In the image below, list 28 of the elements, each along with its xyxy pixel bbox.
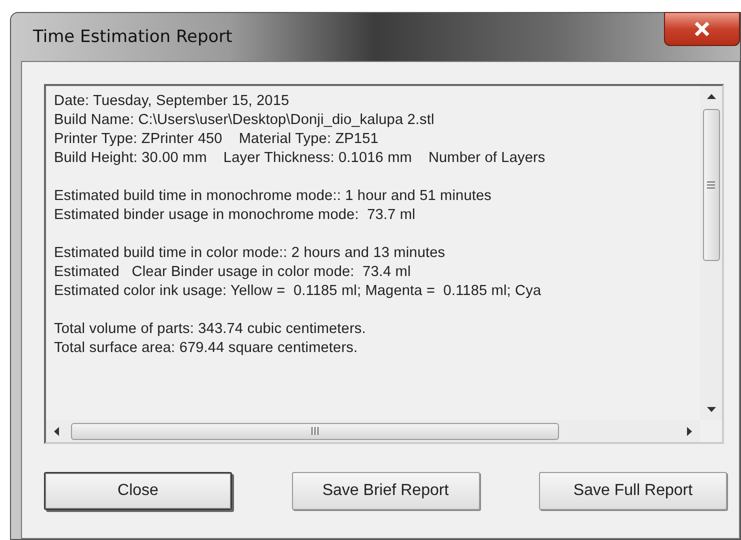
scroll-down-icon[interactable]: [706, 407, 716, 412]
scroll-thumb[interactable]: [702, 109, 720, 261]
report-line: Estimated build time in monochrome mode:: 1 hour and 51 minutes: [54, 187, 492, 206]
scroll-thumb[interactable]: [71, 422, 559, 440]
report-line: Estimated Clear Binder usage in color mode: 73.4 ml: [54, 263, 412, 282]
report-line: Build Name: C:\Users\user\Desktop\Donji_dio_kalupa 2.stl: [54, 111, 436, 130]
report-line: Total volume of parts: 343.74 cubic centimeters.: [54, 320, 367, 339]
dialog-button[interactable]: Close: [44, 472, 232, 510]
window-title: Time Estimation Report: [32, 27, 232, 47]
report-line: Estimated color ink usage: Yellow = 0.1185 ml; Magenta = 0.1185 ml; Cya: [54, 282, 542, 301]
dialog-button[interactable]: Save Full Report: [539, 472, 727, 510]
grip-icon: [311, 427, 319, 435]
report-line: Estimated build time in color mode:: 2 hours and 13 minutes: [54, 244, 446, 263]
close-icon: [694, 22, 710, 36]
report-line: Date: Tuesday, September 15, 2015: [54, 92, 290, 111]
report-line: Total surface area: 679.44 square centimeters.: [54, 339, 359, 358]
horizontal-scrollbar[interactable]: [46, 420, 700, 442]
report-line: Estimated binder usage in monochrome mode: 73.7 ml: [54, 206, 416, 225]
scroll-left-icon[interactable]: [54, 426, 59, 436]
vertical-scrollbar[interactable]: [700, 86, 722, 420]
report-line: Build Height: 30.00 mm Layer Thickness: 0.1016 mm Number of Layers: [54, 149, 546, 168]
dialog-button[interactable]: Save Brief Report: [292, 472, 480, 510]
close-button[interactable]: [664, 12, 740, 46]
grip-icon: [707, 181, 715, 189]
report-line: Printer Type: ZPrinter 450 Material Type: ZP151: [54, 130, 380, 149]
scroll-up-icon[interactable]: [706, 94, 716, 99]
report-text-area[interactable]: [44, 84, 724, 444]
scroll-right-icon[interactable]: [687, 426, 692, 436]
